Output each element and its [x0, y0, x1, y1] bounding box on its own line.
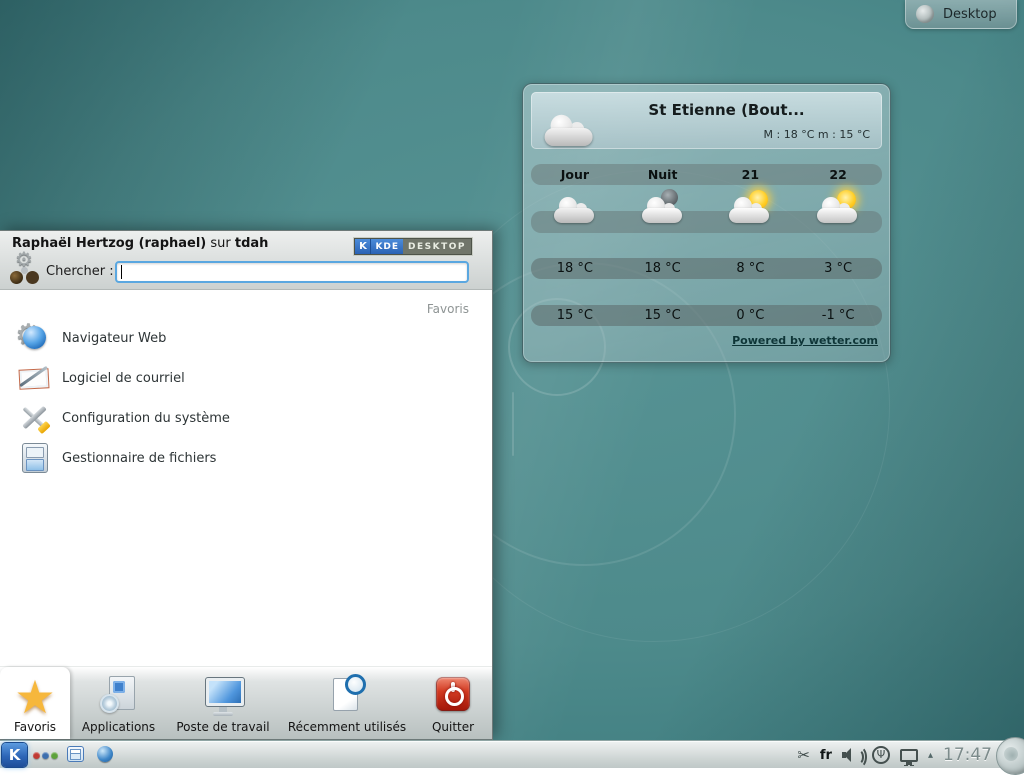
kmenu-launcher-button[interactable]: K [2, 743, 27, 767]
red-dot-icon [33, 752, 40, 759]
network-monitor-icon[interactable] [900, 749, 918, 762]
tab-recently-used[interactable]: Récemment utilisés [279, 667, 415, 739]
column-header: Jour [531, 164, 619, 185]
task-indicator-dots[interactable] [33, 752, 58, 759]
favorites-list: Navigateur Web Logiciel de courriel Conf… [0, 318, 492, 478]
email-icon [18, 362, 50, 394]
tab-applications[interactable]: Applications [70, 667, 167, 739]
volume-speaker-icon[interactable] [842, 747, 862, 763]
weather-widget[interactable]: St Etienne (Bout... M : 18 °C m : 15 °C … [522, 83, 891, 363]
forecast-icon [726, 188, 774, 228]
temp-value: 3 °C [794, 258, 882, 279]
folder-swirl-icon [916, 5, 934, 23]
search-field-frame [115, 261, 469, 283]
device-notifier-usb-icon[interactable] [872, 746, 890, 764]
green-dot-icon [51, 752, 58, 759]
menu-item-file-manager[interactable]: Gestionnaire de fichiers [0, 438, 492, 478]
kickoff-content: Favoris Navigateur Web Logiciel de courr… [0, 290, 492, 666]
web-browser-icon [18, 322, 50, 354]
weather-high-temps-row: 18 °C 18 °C 8 °C 3 °C [531, 258, 882, 279]
keyboard-layout-indicator[interactable]: fr [820, 748, 832, 763]
temp-value: 18 °C [619, 258, 707, 279]
menu-item-label: Gestionnaire de fichiers [62, 451, 216, 466]
desktop-folder-widget[interactable]: Desktop [905, 0, 1017, 29]
weather-header: St Etienne (Bout... M : 18 °C m : 15 °C [531, 92, 882, 149]
kickoff-tab-bar: Favoris Applications Poste de travail Ré… [0, 666, 492, 739]
blue-dot-icon [42, 752, 49, 759]
section-label: Favoris [427, 302, 469, 316]
user-sep: sur [206, 236, 235, 251]
desktop-badge-label: DESKTOP [403, 239, 471, 254]
weather-minmax: M : 18 °C m : 15 °C [764, 128, 870, 141]
text-caret [121, 265, 122, 279]
temp-value: 15 °C [619, 305, 707, 326]
search-label: Chercher : [46, 264, 114, 279]
forecast-icon [814, 188, 862, 228]
tab-computer[interactable]: Poste de travail [167, 667, 279, 739]
menu-item-label: Logiciel de courriel [62, 371, 185, 386]
kde-desktop-badge: K KDE DESKTOP [354, 238, 472, 255]
search-input[interactable] [117, 263, 467, 281]
system-tray: ✂ fr ▴ 17:47 [797, 741, 992, 769]
menu-item-label: Navigateur Web [62, 331, 166, 346]
search-binoculars-icon [8, 255, 42, 287]
menu-item-label: Configuration du système [62, 411, 230, 426]
tab-leave[interactable]: Quitter [415, 667, 491, 739]
kickoff-header: Raphaël Hertzog (raphael) sur tdah K KDE… [0, 231, 492, 290]
taskbar-panel: K ✂ fr ▴ 17:47 [0, 740, 1024, 768]
kde-badge-label: KDE [371, 239, 403, 254]
column-header: 22 [794, 164, 882, 185]
star-icon [12, 673, 58, 719]
panel-cashew-toolbox[interactable] [996, 737, 1024, 775]
weather-column-headers: Jour Nuit 21 22 [531, 164, 882, 185]
temp-value: 0 °C [707, 305, 795, 326]
kickoff-menu: Raphaël Hertzog (raphael) sur tdah K KDE… [0, 230, 493, 740]
column-header: Nuit [619, 164, 707, 185]
file-manager-launcher-icon[interactable] [67, 746, 84, 762]
weather-location-title: St Etienne (Bout... [571, 101, 882, 119]
power-icon [430, 673, 476, 719]
temp-value: 15 °C [531, 305, 619, 326]
menu-item-web-browser[interactable]: Navigateur Web [0, 318, 492, 358]
menu-item-system-settings[interactable]: Configuration du système [0, 398, 492, 438]
user-identity: Raphaël Hertzog (raphael) sur tdah [12, 236, 268, 251]
user-name: Raphaël Hertzog (raphael) [12, 236, 206, 251]
applications-box-icon [96, 673, 142, 719]
host-name: tdah [235, 236, 269, 251]
wetter-credit-link[interactable]: Powered by wetter.com [732, 334, 878, 347]
temp-value: 8 °C [707, 258, 795, 279]
tab-favorites[interactable]: Favoris [0, 667, 70, 739]
web-browser-launcher-icon[interactable] [97, 746, 113, 762]
computer-icon [200, 673, 246, 719]
desktop-widget-label: Desktop [943, 7, 997, 22]
column-header: 21 [707, 164, 795, 185]
document-clock-icon [324, 673, 370, 719]
klipper-scissors-icon[interactable]: ✂ [797, 748, 810, 763]
forecast-icon [551, 188, 599, 228]
temp-value: -1 °C [794, 305, 882, 326]
file-manager-icon [18, 442, 50, 474]
menu-item-email-client[interactable]: Logiciel de courriel [0, 358, 492, 398]
weather-low-temps-row: 15 °C 15 °C 0 °C -1 °C [531, 305, 882, 326]
weather-icon-row [531, 188, 882, 232]
digital-clock[interactable]: 17:47 [943, 745, 992, 765]
forecast-icon [639, 188, 687, 228]
system-settings-icon [18, 402, 50, 434]
tray-expander-icon[interactable]: ▴ [928, 750, 933, 761]
temp-value: 18 °C [531, 258, 619, 279]
kde-logo-icon: K [355, 239, 371, 254]
